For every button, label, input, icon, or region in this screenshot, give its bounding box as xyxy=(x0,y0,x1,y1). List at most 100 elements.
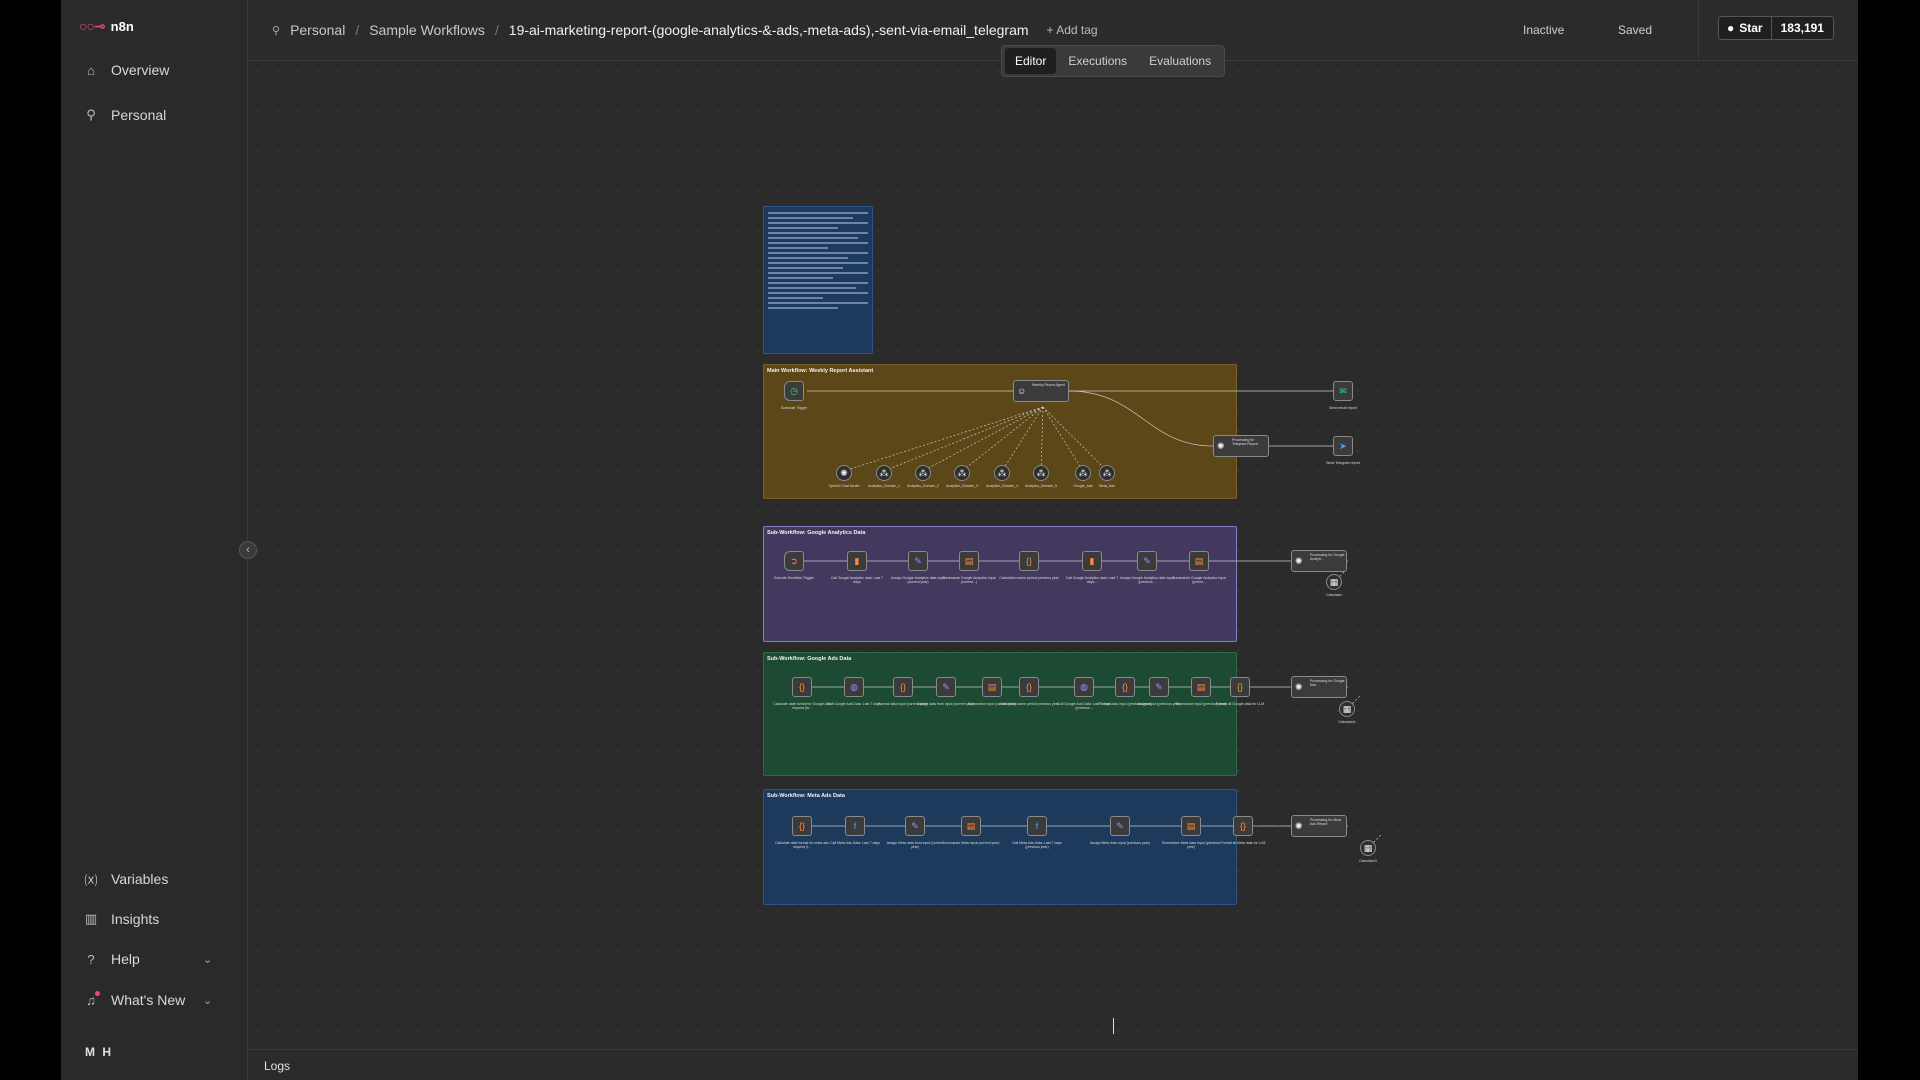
node-openai-chat-model[interactable]: ✺ OpenAI Chat Model xyxy=(829,465,859,488)
logo-text: n8n xyxy=(110,19,134,34)
add-tag-button[interactable]: + Add tag xyxy=(1047,23,1098,37)
node-analytics-domain-4[interactable]: ⁂ Analytics_Domain_4 xyxy=(986,465,1018,488)
node-label: Calculation same period previous year xyxy=(999,702,1059,706)
summarize-icon: ▤ xyxy=(987,681,997,692)
active-toggle-label[interactable]: Inactive xyxy=(1523,23,1564,37)
sidebar-item-variables[interactable]: ⒳ Variables xyxy=(83,867,168,891)
logs-label: Logs xyxy=(264,1059,291,1073)
node-summarize-meta-current[interactable]: ▤ Summarize Meta input (current year) xyxy=(943,816,1000,845)
node-assign-ga-previous[interactable]: ✎ Assign Google Analytics data input (pre… xyxy=(1120,551,1174,584)
node-format-gads-current[interactable]: {} Format data input (current year) xyxy=(878,677,928,706)
node-send-telegram[interactable]: ➤ Send Telegram report xyxy=(1326,436,1360,465)
node-calculator1[interactable]: ▦ Calculator1 xyxy=(1338,701,1356,724)
node-summarize-meta-previous[interactable]: ▤ Summarize Meta data input (previous yea… xyxy=(1162,816,1220,849)
info-sticky-note[interactable] xyxy=(763,206,873,354)
pencil-icon: ✎ xyxy=(911,820,919,831)
pencil-icon: ✎ xyxy=(942,681,950,692)
node-label: Calculation same period previous year xyxy=(999,576,1059,580)
node-execute-workflow-trigger[interactable]: ➲ Execute Workflow Trigger xyxy=(774,551,814,580)
node-calculator3[interactable]: ▦ Calculator3 xyxy=(1359,840,1377,863)
node-weekly-report-agent[interactable]: ☺ Weekly Report Agent xyxy=(1013,380,1069,402)
sidebar-item-label: Variables xyxy=(111,871,169,887)
code-icon: {} xyxy=(1025,682,1032,692)
sidebar-item-overview[interactable]: ⌂ Overview xyxy=(83,58,169,82)
pencil-icon: ✎ xyxy=(1116,820,1124,831)
sidebar-item-label: Help xyxy=(111,951,140,967)
breadcrumb-separator: / xyxy=(355,22,360,38)
workflow-tool-icon: ⁂ xyxy=(1102,467,1112,478)
sidebar-item-personal[interactable]: ⚲ Personal xyxy=(83,103,166,127)
node-format-gads-llm[interactable]: {} Format all Google data for LLM xyxy=(1216,677,1264,706)
node-label: Call Meta Ads Data: Last 7 days xyxy=(830,841,880,845)
node-assign-meta-current[interactable]: ✎ Assign Meta data from input (current ye… xyxy=(887,816,943,849)
breadcrumb-personal[interactable]: Personal xyxy=(290,22,345,38)
node-meta-date-format[interactable]: {} Calculate date format for meta ads req… xyxy=(775,816,829,849)
sidebar-item-help[interactable]: ? Help ⌄ xyxy=(83,947,233,971)
logs-panel[interactable]: Logs xyxy=(248,1049,1858,1080)
sidebar-item-insights[interactable]: ▥ Insights xyxy=(83,907,159,931)
pencil-icon: ✎ xyxy=(914,555,922,566)
telegram-icon: ➤ xyxy=(1339,440,1347,451)
workflow-name[interactable]: 19-ai-marketing-report-(google-analytics… xyxy=(509,22,1029,38)
summarize-icon: ▤ xyxy=(1186,820,1196,831)
node-processing-gads[interactable]: ✺ Processing for Google Ads xyxy=(1291,676,1347,698)
user-avatar[interactable]: M H xyxy=(85,1045,113,1059)
node-gads-calc-prev[interactable]: {} Calculation same period previous year xyxy=(999,677,1059,706)
text-cursor xyxy=(1113,1018,1114,1034)
email-icon: ✉ xyxy=(1339,385,1347,396)
github-star-count: 183,191 xyxy=(1771,17,1833,39)
collapse-sidebar-button[interactable]: ‹ xyxy=(239,541,257,559)
node-call-gads-previous[interactable]: ◍ Call Google Ads Data: Last 7 days (prev… xyxy=(1057,677,1111,710)
tab-editor[interactable]: Editor xyxy=(1005,48,1057,74)
chevron-down-icon: ⌄ xyxy=(203,953,213,966)
node-gads-date-format[interactable]: {} Calculate date format for Google Ads r… xyxy=(773,677,831,710)
node-summarize-ga-previous[interactable]: ▤ Summarize Google Analytics input (previ… xyxy=(1172,551,1226,584)
node-call-ga-current[interactable]: ▮ Call Google Analytics data: Last 7 days xyxy=(831,551,883,584)
tab-executions[interactable]: Executions xyxy=(1058,48,1137,74)
node-meta-ads-tool[interactable]: ⁂ Meta_Ads xyxy=(1099,465,1115,488)
logo[interactable]: ○○⊸ n8n xyxy=(79,18,134,35)
node-processing-telegram[interactable]: ✺ Processing for Telegram Report xyxy=(1213,435,1269,457)
node-processing-meta[interactable]: ✺ Processing for Meta Ads Report xyxy=(1291,815,1347,837)
node-label: Call Google Analytics data: Last 7 days xyxy=(830,576,884,584)
node-call-meta-previous[interactable]: f Call Meta Ads Data: Last 7 days (previo… xyxy=(1012,816,1062,849)
node-processing-ga[interactable]: ✺ Processing for Google Analyti... xyxy=(1291,550,1347,572)
node-analytics-domain-1[interactable]: ⁂ Analytics_Domain_1 xyxy=(868,465,900,488)
node-label: Schedule Trigger xyxy=(780,406,808,410)
github-icon: ● xyxy=(1727,21,1735,35)
node-analytics-domain-3[interactable]: ⁂ Analytics_Domain_3 xyxy=(946,465,978,488)
node-format-gads-previous[interactable]: {} Format data input (previous year) xyxy=(1099,677,1151,706)
node-calculator[interactable]: ▦ Calculator xyxy=(1326,574,1342,597)
github-star[interactable]: ● Star xyxy=(1719,17,1772,39)
node-call-meta-current[interactable]: f Call Meta Ads Data: Last 7 days xyxy=(830,816,880,845)
note-google-ads[interactable]: Sub-Workflow: Google Ads Data xyxy=(763,652,1237,776)
robot-icon: ☺ xyxy=(1017,386,1027,396)
summarize-icon: ▤ xyxy=(1194,555,1204,566)
note-google-analytics[interactable]: Sub-Workflow: Google Analytics Data xyxy=(763,526,1237,642)
http-globe-icon: ◍ xyxy=(1080,681,1088,692)
variables-icon: ⒳ xyxy=(84,872,98,888)
github-star-button[interactable]: ● Star 183,191 xyxy=(1718,16,1834,40)
node-format-meta-llm[interactable]: {} Format all Meta data for LLM xyxy=(1221,816,1265,845)
facebook-icon: f xyxy=(853,821,857,831)
node-analytics-domain-5[interactable]: ⁂ Analytics_Domain_5 xyxy=(1025,465,1057,488)
node-google-ads-tool[interactable]: ⁂ Google_Ads xyxy=(1073,465,1093,488)
node-calc-prev-year[interactable]: {} Calculation same period previous year xyxy=(999,551,1059,580)
node-summarize-ga-current[interactable]: ▤ Summarize Google Analytics input (curre… xyxy=(942,551,996,584)
node-analytics-domain-2[interactable]: ⁂ Analytics_Domain_2 xyxy=(907,465,939,488)
node-call-gads-current[interactable]: ◍ Call Google Ads Data: Last 7 days xyxy=(827,677,881,706)
node-assign-ga-current[interactable]: ✎ Assign Google Analytics data input (cur… xyxy=(891,551,945,584)
breadcrumb-sample-workflows[interactable]: Sample Workflows xyxy=(369,22,485,38)
node-summarize-gads-previous[interactable]: ▤ Summarize input (previous year) xyxy=(1176,677,1226,706)
node-schedule-trigger[interactable]: ◷ Schedule Trigger xyxy=(781,381,807,410)
node-assign-meta-previous[interactable]: ✎ Assign Meta data input (previous year) xyxy=(1090,816,1150,845)
tab-evaluations[interactable]: Evaluations xyxy=(1139,48,1221,74)
node-summarize-gads-current[interactable]: ▤ Summarize input (current year) xyxy=(968,677,1016,706)
node-assign-gads-previous[interactable]: ✎ Assign input (previous year) xyxy=(1137,677,1181,706)
workflow-canvas[interactable]: Main Workflow: Weekly Report Assistant S… xyxy=(248,61,1858,1049)
node-call-ga-previous[interactable]: ▮ Call Google Analytics data: Last 7 days… xyxy=(1066,551,1118,584)
sidebar-item-whats-new[interactable]: ♫ What's New ⌄ xyxy=(83,988,233,1012)
node-send-email[interactable]: ✉ Send email report xyxy=(1329,381,1357,410)
node-assign-gads-current[interactable]: ✎ Assign data from input (current year) xyxy=(918,677,974,706)
bell-icon: ♫ xyxy=(83,990,100,1008)
